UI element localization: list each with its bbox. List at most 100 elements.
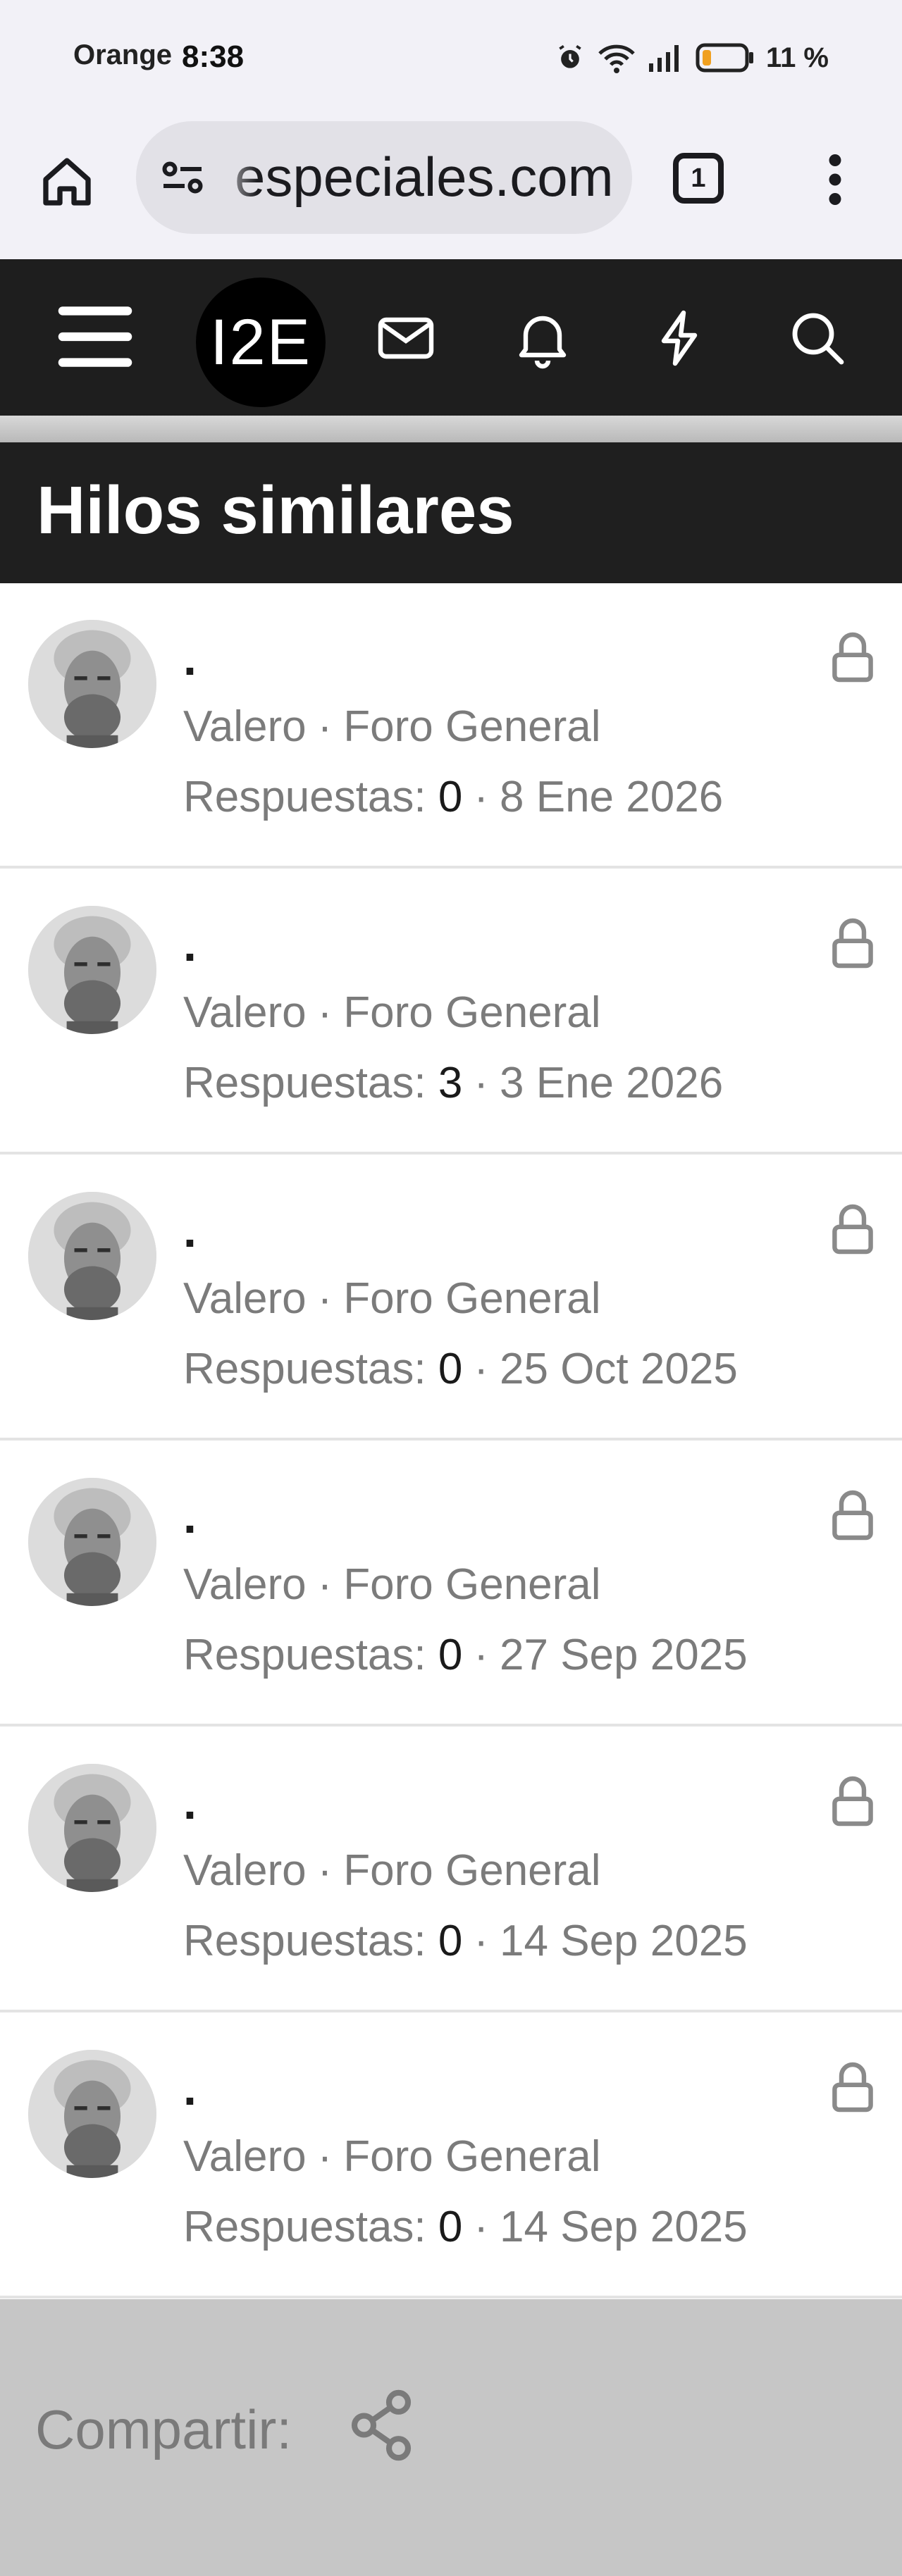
- thread-date: 14 Sep 2025: [500, 1917, 748, 1965]
- thread-stats: Respuestas: 0 · 8 Ene 2026: [183, 772, 723, 822]
- thread-row[interactable]: . Valero · Foro General Respuestas: 0 · 27 Sep…: [0, 1441, 902, 1726]
- separator-dot: ·: [317, 702, 333, 751]
- address-bar[interactable]: especiales.com: [136, 121, 632, 234]
- search-icon[interactable]: [784, 304, 851, 372]
- avatar[interactable]: [28, 1764, 156, 1892]
- thread-stats: Respuestas: 0 · 14 Sep 2025: [183, 1916, 748, 1966]
- replies-label: Respuestas:: [183, 773, 426, 821]
- tab-switcher-button[interactable]: 1: [673, 153, 724, 204]
- bolt-icon[interactable]: [647, 304, 715, 372]
- thread-stats: Respuestas: 3 · 3 Ene 2026: [183, 1058, 723, 1108]
- replies-count: 0: [438, 1345, 463, 1393]
- site-logo[interactable]: I2E: [196, 278, 326, 407]
- bell-icon[interactable]: [509, 304, 576, 372]
- lock-icon: [830, 1488, 875, 1543]
- home-icon: [43, 158, 91, 206]
- thread-forum[interactable]: Foro General: [343, 2132, 600, 2181]
- thread-forum[interactable]: Foro General: [343, 702, 600, 751]
- browser-toolbar: especiales.com 1: [0, 116, 902, 259]
- thread-forum[interactable]: Foro General: [343, 988, 600, 1037]
- home-button[interactable]: [37, 151, 97, 212]
- replies-label: Respuestas:: [183, 1059, 426, 1107]
- thread-date: 27 Sep 2025: [500, 1631, 748, 1679]
- avatar[interactable]: [28, 620, 156, 748]
- thread-title[interactable]: .: [183, 1203, 197, 1258]
- separator-dot: ·: [474, 1345, 489, 1393]
- thread-date: 14 Sep 2025: [500, 2203, 748, 2251]
- thread-row[interactable]: . Valero · Foro General Respuestas: 0 · 14 Sep…: [0, 1727, 902, 2012]
- status-icons: 11 %: [555, 41, 829, 75]
- battery-percent: 11 %: [766, 42, 829, 73]
- thread-author[interactable]: Valero: [183, 1560, 307, 1609]
- separator-dot: ·: [474, 773, 489, 821]
- site-navigation: I2E: [0, 259, 902, 416]
- thread-title[interactable]: .: [183, 1775, 197, 1830]
- thread-forum[interactable]: Foro General: [343, 1274, 600, 1323]
- similar-threads-list: . Valero · Foro General Respuestas: 0 · 8 Ene …: [0, 583, 902, 2299]
- thread-meta: Valero · Foro General: [183, 702, 601, 752]
- thread-author[interactable]: Valero: [183, 988, 307, 1037]
- replies-label: Respuestas:: [183, 1631, 426, 1679]
- avatar[interactable]: [28, 1478, 156, 1606]
- separator-dot: ·: [317, 988, 333, 1037]
- separator-dot: ·: [317, 1846, 333, 1895]
- thread-author[interactable]: Valero: [183, 1274, 307, 1323]
- thread-row[interactable]: . Valero · Foro General Respuestas: 0 · 25 Oct…: [0, 1155, 902, 1441]
- thread-author[interactable]: Valero: [183, 2132, 307, 2181]
- thread-forum[interactable]: Foro General: [343, 1846, 600, 1895]
- thread-meta: Valero · Foro General: [183, 1274, 601, 1324]
- thread-row[interactable]: . Valero · Foro General Respuestas: 0 · 14 Sep…: [0, 2013, 902, 2298]
- lock-icon: [830, 2060, 875, 2115]
- thread-title[interactable]: .: [183, 1489, 197, 1544]
- lock-icon: [830, 1202, 875, 1257]
- separator-dot: ·: [474, 1917, 489, 1965]
- avatar[interactable]: [28, 906, 156, 1034]
- thread-meta: Valero · Foro General: [183, 2132, 601, 2182]
- replies-label: Respuestas:: [183, 1917, 426, 1965]
- thread-title[interactable]: .: [183, 917, 197, 972]
- carrier-name: Orange: [73, 39, 173, 70]
- hamburger-icon[interactable]: [55, 303, 135, 371]
- thread-title[interactable]: .: [183, 631, 197, 686]
- thread-author[interactable]: Valero: [183, 702, 307, 751]
- replies-count: 3: [438, 1059, 463, 1107]
- url-text[interactable]: especiales.com: [235, 145, 614, 209]
- nav-shadow: [0, 416, 902, 442]
- thread-stats: Respuestas: 0 · 25 Oct 2025: [183, 1344, 738, 1394]
- replies-count: 0: [438, 773, 463, 821]
- battery-icon: [696, 43, 754, 73]
- replies-label: Respuestas:: [183, 1345, 426, 1393]
- mail-icon[interactable]: [372, 304, 440, 372]
- separator-dot: ·: [317, 1560, 333, 1609]
- share-label: Compartir:: [35, 2398, 292, 2460]
- thread-title[interactable]: .: [183, 2061, 197, 2116]
- avatar[interactable]: [28, 1192, 156, 1320]
- share-section: Compartir:: [0, 2299, 902, 2576]
- thread-stats: Respuestas: 0 · 14 Sep 2025: [183, 2202, 748, 2252]
- replies-label: Respuestas:: [183, 2203, 426, 2251]
- replies-count: 0: [438, 2203, 463, 2251]
- alarm-icon: [559, 44, 581, 68]
- more-vert-icon[interactable]: [817, 151, 853, 208]
- thread-author[interactable]: Valero: [183, 1846, 307, 1895]
- thread-row[interactable]: . Valero · Foro General Respuestas: 3 · 3 Ene …: [0, 869, 902, 1155]
- site-settings-icon[interactable]: [157, 152, 208, 203]
- url-fade: [215, 121, 257, 234]
- wifi-icon: [598, 44, 635, 73]
- thread-date: 8 Ene 2026: [500, 773, 724, 821]
- thread-date: 25 Oct 2025: [500, 1345, 738, 1393]
- section-header: Hilos similares: [0, 442, 902, 583]
- section-title: Hilos similares: [37, 473, 514, 548]
- thread-forum[interactable]: Foro General: [343, 1560, 600, 1609]
- thread-meta: Valero · Foro General: [183, 1846, 601, 1896]
- thread-date: 3 Ene 2026: [500, 1059, 724, 1107]
- avatar[interactable]: [28, 2050, 156, 2178]
- thread-meta: Valero · Foro General: [183, 988, 601, 1038]
- share-icon[interactable]: [347, 2387, 416, 2463]
- separator-dot: ·: [474, 2203, 489, 2251]
- lock-icon: [830, 916, 875, 971]
- thread-row[interactable]: . Valero · Foro General Respuestas: 0 · 8 Ene …: [0, 583, 902, 869]
- replies-count: 0: [438, 1917, 463, 1965]
- signal-icon: [649, 45, 679, 72]
- lock-icon: [830, 1774, 875, 1829]
